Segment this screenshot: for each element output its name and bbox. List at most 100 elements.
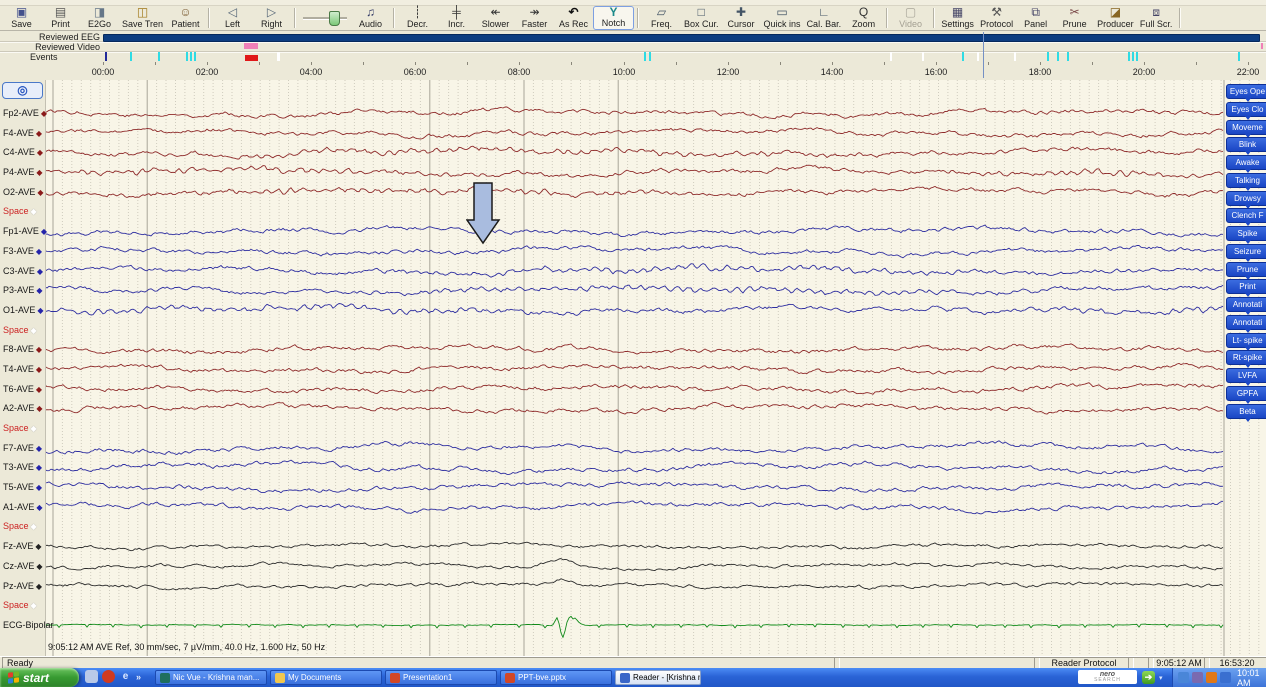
channel-label-t5-ave-19[interactable]: T5-AVE ◆ [3,482,42,493]
internet-explorer-icon[interactable]: e [119,670,132,683]
channel-label-space-21[interactable]: Space ◆ [3,521,37,532]
display-icon[interactable] [1220,672,1231,683]
toolbar-button-panel[interactable]: ⧉ Panel [1016,6,1055,30]
channel-label-f4-ave-1[interactable]: F4-AVE ◆ [3,128,42,139]
toolbar-button-print[interactable]: ▤ Print [41,6,80,30]
toolbar-button-label: Decr. [407,19,429,29]
toolbar-button-notch[interactable]: Y Notch [593,6,635,30]
toolbar-button-settings[interactable]: ▦ Settings [938,6,977,30]
channel-label-fp1-ave-6[interactable]: Fp1-AVE ◆ [3,226,47,237]
channel-label-f8-ave-12[interactable]: F8-AVE ◆ [3,344,42,355]
taskbar-task-reader-krishna-ma[interactable]: Reader - [Krishna ma... [615,670,701,685]
toolbar-button-as-rec[interactable]: ↶ As Rec [554,6,593,30]
montage-target-button[interactable]: ◎ [2,82,43,99]
toolbar-button-producer[interactable]: ◪ Producer [1094,6,1137,30]
channel-label-o1-ave-10[interactable]: O1-AVE ◆ [3,305,44,316]
volume-icon[interactable] [1206,672,1217,683]
event-marker-button-seizure-9[interactable]: Seizure [1226,244,1266,262]
channel-label-space-11[interactable]: Space ◆ [3,325,37,336]
event-marker-button-awake-4[interactable]: Awake [1226,155,1266,173]
toolbar-button-slower[interactable]: ↞ Slower [476,6,515,30]
nero-go-button[interactable]: ➔ [1142,671,1155,684]
toolbar-button-e2go[interactable]: ◨ E2Go [80,6,119,30]
speed-slider[interactable] [299,9,351,27]
taskbar-task-ppt-bve-pptx[interactable]: PPT-bve.pptx [500,670,612,685]
event-marker-button-eyes-ope-0[interactable]: Eyes Ope [1226,84,1266,102]
channel-label-t4-ave-13[interactable]: T4-AVE ◆ [3,364,42,375]
channel-label-o2-ave-4[interactable]: O2-AVE ◆ [3,187,44,198]
toolbar-button-full-scr[interactable]: ⧈ Full Scr. [1137,6,1176,30]
channel-label-t3-ave-18[interactable]: T3-AVE ◆ [3,462,42,473]
toolbar-button-audio[interactable]: ♫ Audio [351,6,390,30]
channel-label-space-5[interactable]: Space ◆ [3,206,37,217]
channel-label-ecg-bipolar-26[interactable]: ECG-Bipolar [3,620,54,630]
event-marker-button-beta-18[interactable]: Beta [1226,404,1266,422]
toolbar-button-freq[interactable]: ▱ Freq. [642,6,681,30]
event-marker-button-clench-f-7[interactable]: Clench F [1226,208,1266,226]
event-marker-button-lt-spike-14[interactable]: Lt- spike [1226,333,1266,351]
nero-search-box[interactable]: nero SEARCH [1078,670,1137,684]
taskbar-task-nic-vue-krishna-man[interactable]: Nic Vue - Krishna man... [155,670,267,685]
toolbar-button-decr[interactable]: ┊ Decr. [398,6,437,30]
toolbar-button-zoom[interactable]: Q Zoom [844,6,883,30]
toolbar-button-cursor[interactable]: ✚ Cursor [722,6,761,30]
toolbar-button-video[interactable]: ▢ Video [891,6,930,30]
right-arrow-icon: ▷ [266,5,277,19]
toolbar-button-incr[interactable]: ╪ Incr. [437,6,476,30]
channel-label-pz-ave-24[interactable]: Pz-AVE ◆ [3,581,42,592]
toolbar-button-cal-bar[interactable]: ∟ Cal. Bar. [804,6,845,30]
toolbar-button-patient[interactable]: ☺ Patient [166,6,205,30]
event-marker-button-drowsy-6[interactable]: Drowsy [1226,191,1266,209]
channel-label-p4-ave-3[interactable]: P4-AVE ◆ [3,167,43,178]
toolbar-button-save[interactable]: ▣ Save [2,6,41,30]
event-marker-button-moveme-2[interactable]: Moveme [1226,120,1266,138]
event-marker-button-talking-5[interactable]: Talking [1226,173,1266,191]
toolbar-button-protocol[interactable]: ⚒ Protocol [977,6,1016,30]
network-icon[interactable] [1178,672,1189,683]
media-player-icon[interactable] [102,670,115,683]
event-marker-button-print-11[interactable]: Print [1226,279,1266,297]
channel-label-fp2-ave-0[interactable]: Fp2-AVE ◆ [3,108,47,119]
toolbar-button-faster[interactable]: ↠ Faster [515,6,554,30]
timeline-position-cursor[interactable] [983,32,984,78]
event-marker-button-lvfa-16[interactable]: LVFA [1226,368,1266,386]
channel-label-p3-ave-9[interactable]: P3-AVE ◆ [3,285,43,296]
channel-label-a2-ave-15[interactable]: A2-AVE ◆ [3,403,43,414]
channel-label-fz-ave-22[interactable]: Fz-AVE ◆ [3,541,42,552]
event-marker-button-spike-8[interactable]: Spike [1226,226,1266,244]
time-label: 20:00 [1132,67,1156,77]
event-marker-button-gpfa-17[interactable]: GPFA [1226,386,1266,404]
event-marker-button-prune-10[interactable]: Prune [1226,262,1266,280]
toolbar-button-quick-ins[interactable]: ▭ Quick ins [761,6,804,30]
taskbar-clock[interactable]: 10:01 AM [1237,668,1266,687]
toolbar-button-box-cur[interactable]: □ Box Cur. [681,6,722,30]
quick-launch-overflow-chevron[interactable]: » [136,672,141,682]
toolbar-button-prune[interactable]: ✂ Prune [1055,6,1094,30]
channel-label-f7-ave-17[interactable]: F7-AVE ◆ [3,443,42,454]
nero-dropdown-icon[interactable]: ▾ [1159,674,1163,682]
toolbar-button-right[interactable]: ▷ Right [252,6,291,30]
event-marker-button-rt-spike-15[interactable]: Rt-spike [1226,350,1266,368]
channel-label-c4-ave-2[interactable]: C4-AVE ◆ [3,147,43,158]
channel-label-f3-ave-7[interactable]: F3-AVE ◆ [3,246,42,257]
event-marker-button-eyes-clo-1[interactable]: Eyes Clo [1226,102,1266,120]
channel-label-a1-ave-20[interactable]: A1-AVE ◆ [3,502,43,513]
taskbar-task-my-documents[interactable]: My Documents [270,670,382,685]
channel-label-t6-ave-14[interactable]: T6-AVE ◆ [3,384,42,395]
show-desktop-icon[interactable] [85,670,98,683]
toolbar-button-save-tren[interactable]: ◫ Save Tren [119,6,166,30]
channel-label-space-25[interactable]: Space ◆ [3,600,37,611]
slider-thumb[interactable] [329,11,341,26]
channel-label-c3-ave-8[interactable]: C3-AVE ◆ [3,266,43,277]
toolbar-button-label: As Rec [559,19,589,29]
channel-label-space-16[interactable]: Space ◆ [3,423,37,434]
start-button[interactable]: start [0,668,79,687]
event-tick [890,52,892,61]
event-marker-button-blink-3[interactable]: Blink [1226,137,1266,155]
event-marker-button-annotati-13[interactable]: Annotati [1226,315,1266,333]
event-marker-button-annotati-12[interactable]: Annotati [1226,297,1266,315]
channel-label-cz-ave-23[interactable]: Cz-AVE ◆ [3,561,43,572]
safely-remove-icon[interactable] [1192,672,1203,683]
taskbar-task-presentation1[interactable]: Presentation1 [385,670,497,685]
toolbar-button-left[interactable]: ◁ Left [213,6,252,30]
